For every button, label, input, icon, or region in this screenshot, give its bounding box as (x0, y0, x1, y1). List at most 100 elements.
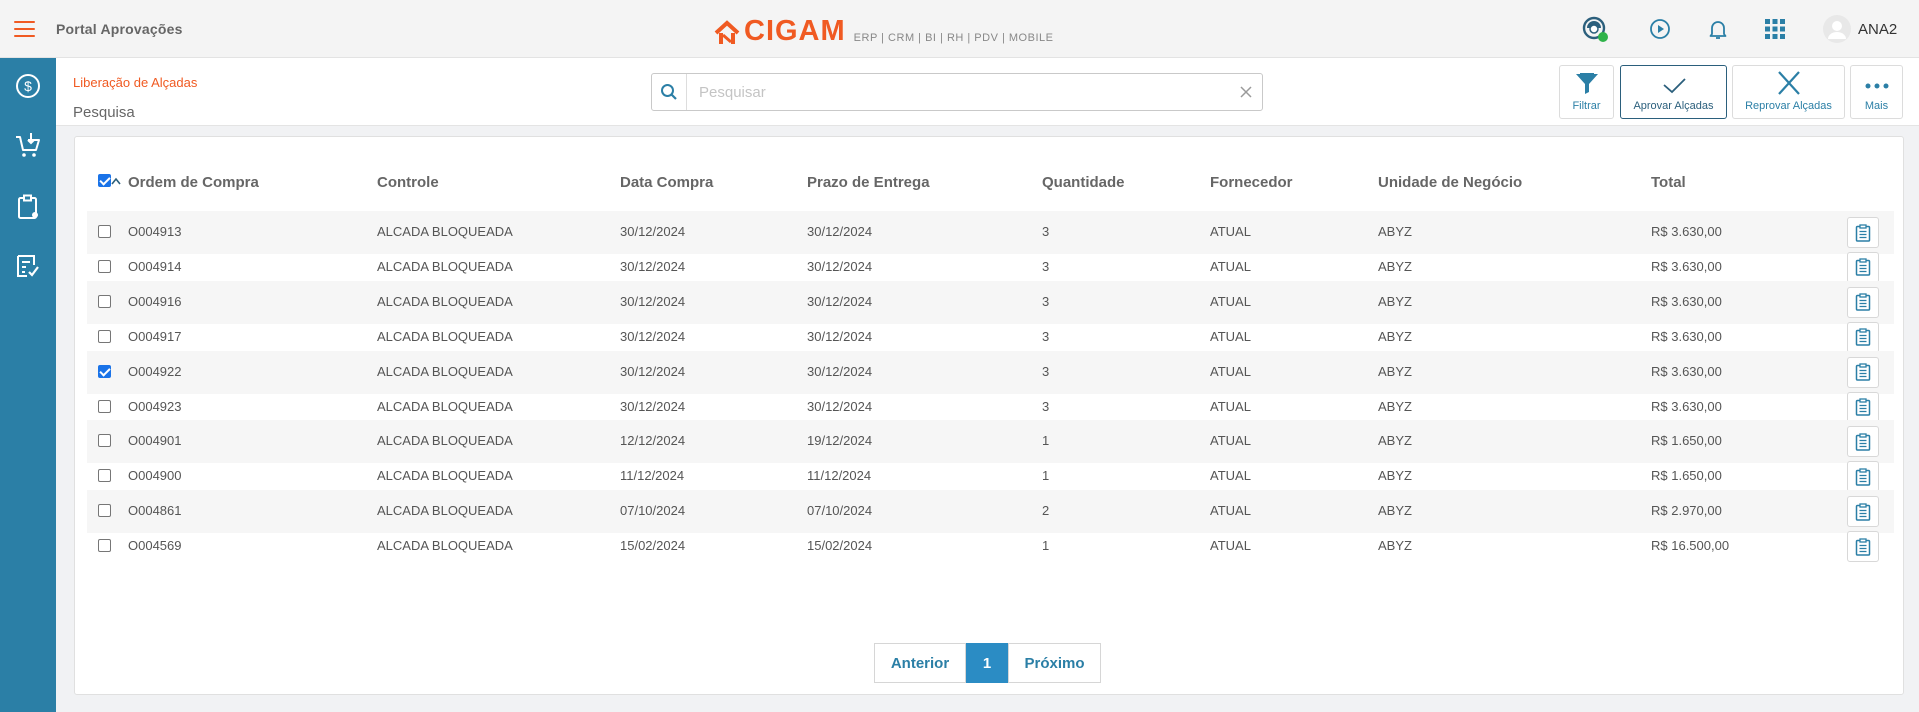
row-details-button[interactable] (1847, 286, 1879, 318)
close-icon (1777, 71, 1800, 95)
order-cell: O004917 (128, 328, 182, 344)
approve-button[interactable]: Aprovar Alçadas (1620, 65, 1727, 119)
col-header-delivery[interactable]: Prazo de Entrega (807, 174, 930, 191)
quantity-cell: 1 (1042, 433, 1050, 449)
col-header-purchase-date[interactable]: Data Compra (620, 174, 713, 191)
row-checkbox[interactable] (98, 469, 111, 483)
sidebar-item-approvals[interactable] (0, 238, 56, 294)
total-cell: R$ 2.970,00 (1651, 503, 1722, 519)
row-details-button[interactable] (1847, 531, 1879, 563)
clipboard-list-icon (1855, 328, 1871, 346)
apps-grid-icon[interactable] (1760, 14, 1790, 44)
supplier-cell: ATUAL (1210, 363, 1251, 379)
quantity-cell: 3 (1042, 398, 1050, 414)
quantity-cell: 3 (1042, 224, 1050, 239)
col-header-supplier[interactable]: Fornecedor (1210, 174, 1293, 191)
pagination: Anterior 1 Próximo (874, 643, 1101, 683)
clear-search-icon[interactable] (1230, 74, 1262, 110)
delivery-date-cell: 30/12/2024 (807, 293, 873, 309)
row-checkbox[interactable] (98, 539, 111, 553)
supplier-cell: ATUAL (1210, 258, 1251, 274)
control-cell: ALCADA BLOQUEADA (377, 224, 513, 239)
row-checkbox[interactable] (98, 504, 111, 518)
clipboard-list-icon (1855, 223, 1871, 242)
row-details-button[interactable] (1847, 251, 1879, 283)
row-checkbox[interactable] (98, 434, 111, 448)
row-checkbox[interactable] (98, 399, 111, 413)
play-icon[interactable] (1645, 14, 1675, 44)
page-1-button[interactable]: 1 (966, 643, 1008, 683)
table-row[interactable]: O004569 ALCADA BLOQUEADA 15/02/2024 15/02/2… (87, 525, 1894, 568)
prev-page-button[interactable]: Anterior (874, 643, 966, 683)
business-unit-cell: ABYZ (1378, 538, 1412, 554)
logo-word: CIGAM (744, 15, 846, 47)
col-header-total[interactable]: Total (1651, 174, 1686, 191)
menu-icon[interactable] (14, 21, 35, 37)
total-cell: R$ 3.630,00 (1651, 363, 1722, 379)
col-header-quantity[interactable]: Quantidade (1042, 174, 1125, 191)
bell-icon[interactable] (1703, 14, 1733, 44)
row-details-button[interactable] (1847, 356, 1879, 388)
orders-table: Ordem de Compra Controle Data Compra Pra… (74, 136, 1904, 695)
business-unit-cell: ABYZ (1378, 398, 1412, 414)
control-cell: ALCADA BLOQUEADA (377, 398, 513, 414)
quantity-cell: 3 (1042, 328, 1050, 344)
sidebar-item-purchase[interactable] (0, 114, 56, 176)
order-cell: O004916 (128, 293, 182, 309)
order-cell: O004901 (128, 433, 182, 449)
row-checkbox[interactable] (98, 225, 111, 238)
business-unit-cell: ABYZ (1378, 293, 1412, 309)
total-cell: R$ 1.650,00 (1651, 468, 1722, 484)
purchase-cart-icon (16, 133, 40, 157)
search-icon[interactable] (652, 74, 687, 110)
sidebar-item-finance[interactable]: $ (0, 58, 56, 114)
delivery-date-cell: 11/12/2024 (807, 468, 872, 484)
page-title: Pesquisa (73, 104, 135, 121)
supplier-cell: ATUAL (1210, 538, 1251, 554)
support-icon[interactable] (1580, 14, 1610, 44)
purchase-date-cell: 12/12/2024 (620, 433, 686, 449)
next-page-button[interactable]: Próximo (1008, 643, 1101, 683)
col-header-control[interactable]: Controle (377, 174, 439, 191)
supplier-cell: ATUAL (1210, 503, 1251, 519)
delivery-date-cell: 30/12/2024 (807, 398, 873, 414)
breadcrumb[interactable]: Liberação de Alçadas (73, 75, 197, 90)
select-all-checkbox[interactable] (98, 174, 111, 187)
filter-button[interactable]: Filtrar (1559, 65, 1614, 119)
sort-up-icon[interactable] (111, 177, 121, 185)
total-cell: R$ 3.630,00 (1651, 224, 1722, 239)
quantity-cell: 3 (1042, 293, 1050, 309)
delivery-date-cell: 30/12/2024 (807, 363, 873, 379)
row-checkbox[interactable] (98, 259, 111, 273)
row-checkbox[interactable] (98, 329, 111, 343)
delivery-date-cell: 15/02/2024 (807, 538, 873, 554)
purchase-date-cell: 30/12/2024 (620, 224, 686, 239)
quantity-cell: 3 (1042, 258, 1050, 274)
filter-icon (1575, 73, 1598, 94)
reject-button[interactable]: Reprovar Alçadas (1732, 65, 1845, 119)
row-details-button[interactable] (1847, 321, 1879, 353)
order-cell: O004914 (128, 258, 182, 274)
clipboard-list-icon (1855, 258, 1871, 277)
search-input[interactable] (687, 74, 1230, 110)
business-unit-cell: ABYZ (1378, 224, 1412, 239)
row-checkbox[interactable] (98, 294, 111, 308)
business-unit-cell: ABYZ (1378, 503, 1412, 519)
row-checkbox[interactable] (98, 364, 111, 378)
user-menu[interactable]: ANA2 (1822, 14, 1897, 44)
purchase-date-cell: 30/12/2024 (620, 363, 686, 379)
col-header-order[interactable]: Ordem de Compra (128, 174, 259, 191)
row-details-button[interactable] (1847, 461, 1879, 493)
row-details-button[interactable] (1847, 426, 1879, 458)
row-details-button[interactable] (1847, 391, 1879, 423)
sidebar-item-clipboard[interactable] (0, 176, 56, 238)
control-cell: ALCADA BLOQUEADA (377, 328, 513, 344)
row-details-button[interactable] (1847, 496, 1879, 528)
row-details-button[interactable] (1847, 217, 1879, 248)
business-unit-cell: ABYZ (1378, 328, 1412, 344)
col-header-business-unit[interactable]: Unidade de Negócio (1378, 174, 1522, 191)
order-cell: O004861 (128, 503, 182, 519)
svg-text:$: $ (24, 78, 32, 94)
more-button[interactable]: Mais (1850, 65, 1903, 119)
clipboard-list-icon (1855, 468, 1871, 486)
